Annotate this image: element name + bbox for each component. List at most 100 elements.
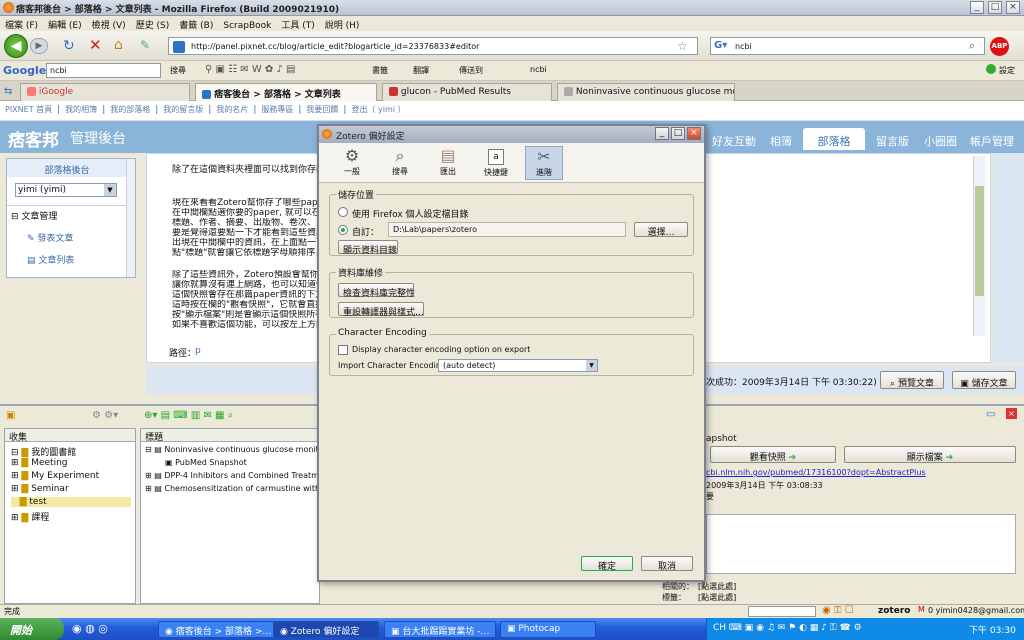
search-icon[interactable]: ⌕	[969, 39, 975, 53]
send-to-button[interactable]: 傳送到	[459, 65, 483, 76]
preview-button[interactable]: ⌕ 預覽文章	[880, 371, 944, 389]
pane-export[interactable]: ▤ 匯出	[429, 146, 467, 180]
maximize-icon[interactable]: □	[671, 127, 685, 140]
link-service[interactable]: 服務專區	[256, 101, 298, 118]
tab-friends[interactable]: 好友互動	[704, 128, 764, 150]
notes-box[interactable]	[706, 514, 1016, 574]
item-row[interactable]: ▣ PubMed Snapshot	[165, 458, 317, 467]
tab-account[interactable]: 帳戶管理	[962, 128, 1022, 150]
fullscreen-icon[interactable]: ▭	[986, 409, 995, 420]
link-logout[interactable]: 登出（ yimi ）	[346, 101, 410, 118]
link-card[interactable]: 我的名片	[211, 101, 253, 118]
item-row[interactable]: ⊞ ▤ Chemosensitization of carmustine wit…	[145, 484, 317, 493]
encoding-export-checkbox[interactable]	[338, 345, 348, 355]
taskbar-ptt[interactable]: ▣ 台大批踢踢實業坊 -…	[384, 621, 496, 638]
reset-translators-button[interactable]: 重設轉譯器與樣式…	[338, 302, 424, 318]
section-article-manage[interactable]: ⊟ 文章管理	[7, 205, 127, 222]
radio-firefox-profile[interactable]	[338, 207, 348, 217]
pane-advanced[interactable]: ✂ 進階	[525, 146, 563, 180]
user-select[interactable]: yimi (yimi) ▼	[15, 183, 117, 197]
status-find-box[interactable]	[748, 606, 816, 617]
tab-noninvasive[interactable]: Noninvasive continuous glucose monito…	[557, 83, 735, 101]
reload-icon[interactable]: ↻	[63, 38, 75, 54]
path-value[interactable]: p	[195, 346, 201, 356]
editor-scrollbar[interactable]	[973, 156, 985, 336]
tab-pubmed[interactable]: glucon - PubMed Results	[382, 83, 552, 101]
search-box[interactable]: G▾ ncbi ⌕	[710, 37, 985, 55]
taskbar-firefox[interactable]: ◉ 痞客後台 > 部落格 >…	[158, 621, 280, 638]
taskbar-photocap[interactable]: ▣ Photocap	[500, 621, 596, 638]
new-item-icon[interactable]: ⊕▾ ▤ ⌨ ▥ ✉ ▦ ⌕	[144, 410, 233, 421]
tags-value[interactable]: [點選此處]	[698, 592, 736, 603]
google-search-button[interactable]: 搜尋	[170, 65, 186, 76]
link-home[interactable]: PIXNET 首頁	[0, 101, 57, 118]
tab-album[interactable]: 相簿	[762, 128, 800, 150]
bookmarks-button[interactable]: 書籤	[372, 65, 388, 76]
tray-icons[interactable]: CH ⌨ ▣ ◉ ♫ ✉ ⚑ ◐ ▦ ♪ ⚿ ☎ ⚙	[713, 623, 862, 633]
start-button[interactable]: 開始	[0, 618, 64, 640]
view-snapshot-button[interactable]: 觀看快照 ➔	[710, 446, 836, 463]
ncbi-link[interactable]: ncbi	[530, 65, 547, 74]
item-row[interactable]: ⊟ ▤ Noninvasive continuous glucose monit…	[145, 445, 317, 454]
forward-icon[interactable]: ▶	[30, 38, 48, 54]
maximize-icon[interactable]: □	[988, 1, 1002, 14]
mail-icon[interactable]: M	[918, 605, 925, 614]
link-album[interactable]: 我的相簿	[60, 101, 102, 118]
settings-icon[interactable]	[986, 64, 996, 74]
adblock-icon[interactable]: ABP	[990, 37, 1009, 56]
save-article-button[interactable]: ▣ 儲存文章	[952, 371, 1016, 389]
scroll-thumb[interactable]	[975, 186, 984, 296]
collection-library[interactable]: ⊟ ▇ 我的圖書館	[11, 445, 76, 458]
pane-general[interactable]: ⚙ 一般	[333, 146, 371, 180]
tab-pixnet[interactable]: 痞客後台 > 部落格 > 文章列表	[195, 83, 377, 101]
minimize-icon[interactable]: _	[970, 1, 984, 14]
taskbar-zotero[interactable]: ◉ Zotero 偏好設定	[273, 621, 379, 638]
stop-icon[interactable]: ✕	[89, 36, 102, 54]
radio-custom[interactable]	[338, 225, 348, 235]
snapshot-url[interactable]: cbi.nlm.nih.gov/pubmed/17316100?dopt=Abs…	[706, 468, 1016, 477]
translate-button[interactable]: 翻譯	[413, 65, 429, 76]
google-input[interactable]: ncbi	[46, 63, 161, 78]
google-logo[interactable]: Google	[3, 64, 46, 77]
star-icon[interactable]: ☆	[677, 39, 688, 53]
check-db-button[interactable]: 檢查資料庫完整性	[338, 283, 415, 299]
tab-list-icon[interactable]: ⇆	[4, 86, 12, 97]
collection-test[interactable]: ▇ test	[11, 497, 131, 507]
tab-igoogle[interactable]: iGoogle	[20, 83, 190, 101]
home-icon[interactable]: ⌂	[114, 37, 123, 53]
pane-shortcuts[interactable]: a 快捷鍵	[477, 146, 515, 180]
tab-blog[interactable]: 部落格	[803, 128, 865, 150]
link-feedback[interactable]: 我要回饋	[301, 101, 343, 118]
collection-course[interactable]: ⊞ ▇ 課程	[11, 510, 49, 523]
show-file-button[interactable]: 顯示檔案 ➔	[844, 446, 1016, 463]
status-icons[interactable]: ◉ ⚿ ☐	[822, 605, 854, 616]
quicklaunch-icons[interactable]: ◉ ◍ ◎	[72, 622, 108, 635]
google-search-icon[interactable]: G▾	[714, 40, 727, 51]
item-row[interactable]: ⊞ ▤ DPP-4 Inhibitors and Combined Treatm…	[145, 471, 317, 480]
tab-circle[interactable]: 小圈圈	[916, 128, 965, 150]
collection-seminar[interactable]: ⊞ ▇ Seminar	[11, 484, 69, 494]
show-data-dir-button[interactable]: 顯示資料目錄	[338, 240, 398, 256]
link-blog[interactable]: 我的部落格	[105, 101, 155, 118]
left-scrollbar[interactable]	[126, 159, 135, 277]
mail-status[interactable]: 0 yimin0428@gmail.com	[928, 606, 1024, 615]
choose-button[interactable]: 選擇…	[634, 222, 688, 238]
toolbar-icons[interactable]: ⚲ ▣ ☷ ✉ W ✿ ♪ ▤	[205, 64, 295, 75]
import-encoding-select[interactable]: (auto detect) ▼	[438, 359, 598, 372]
back-icon[interactable]: ◀	[4, 34, 28, 58]
ok-button[interactable]: 確定	[581, 556, 633, 572]
sync-icon[interactable]: ⚙ ⚙▾	[92, 410, 118, 421]
link-new-article[interactable]: ✎ 發表文章	[27, 231, 73, 244]
link-article-list[interactable]: ▤ 文章列表	[27, 253, 74, 266]
tab-guestbook[interactable]: 留言版	[868, 128, 917, 150]
cancel-button[interactable]: 取消	[641, 556, 693, 572]
feed-icon[interactable]: ✎	[140, 38, 150, 52]
url-bar[interactable]: http://panel.pixnet.cc/blog/article_edit…	[168, 37, 698, 55]
zotero-status[interactable]: zotero	[878, 606, 910, 616]
custom-path-field[interactable]: D:\Lab\papers\zotero	[388, 222, 626, 237]
collection-experiment[interactable]: ⊞ ▇ My Experiment	[11, 471, 99, 481]
close-icon[interactable]: ×	[687, 127, 701, 140]
link-guestbook[interactable]: 我的留言版	[158, 101, 208, 118]
minimize-icon[interactable]: _	[655, 127, 669, 140]
related-value[interactable]: [點選此處]	[698, 581, 736, 592]
